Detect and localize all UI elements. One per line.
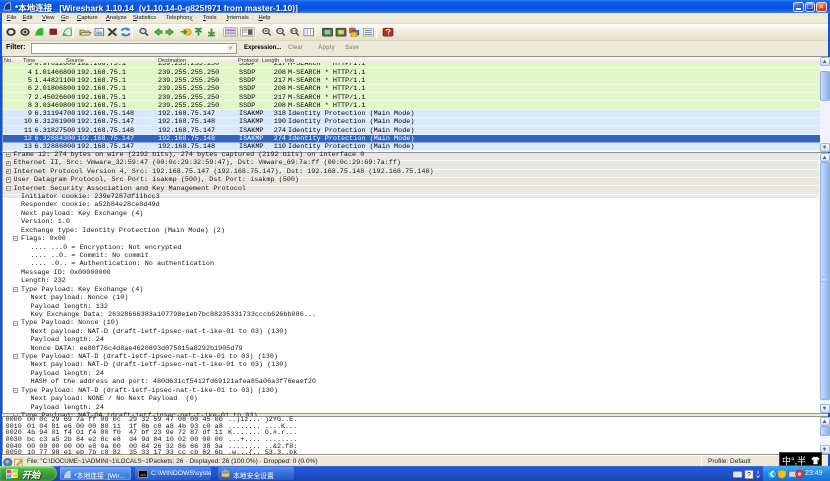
svg-text:?: ? — [747, 472, 751, 479]
